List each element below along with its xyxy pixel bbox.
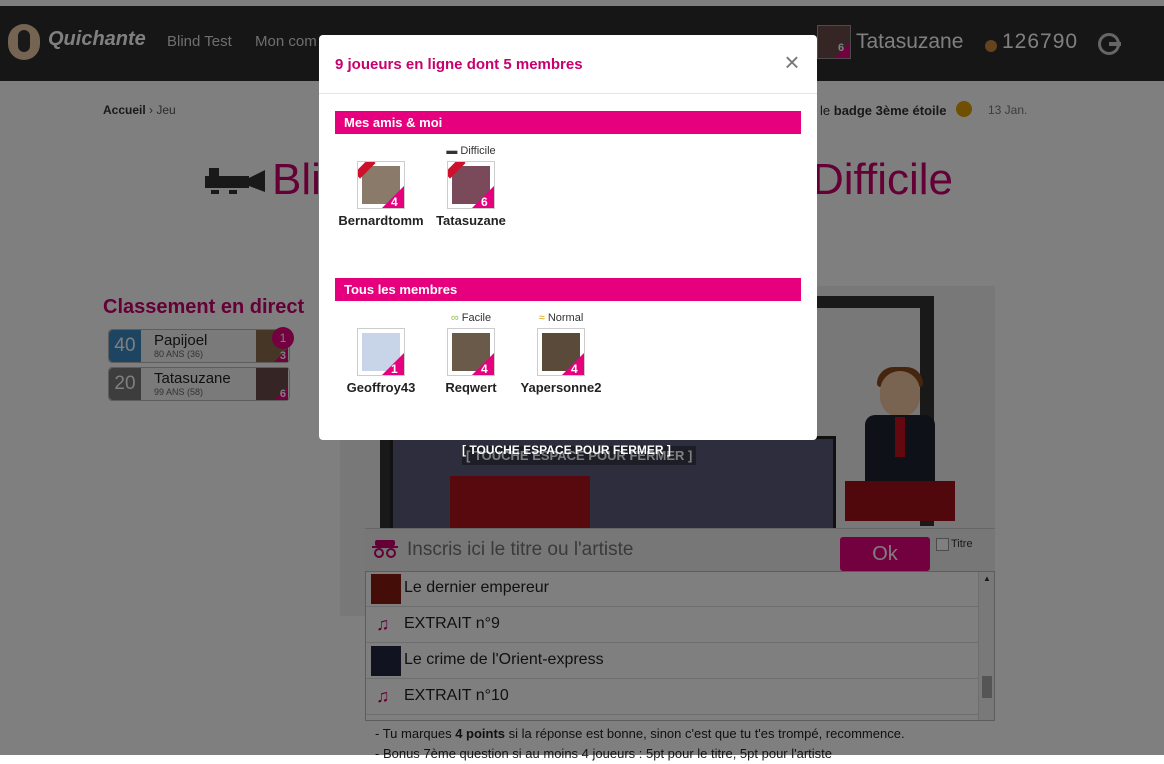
player-difficulty <box>333 312 429 326</box>
player-card[interactable]: 1 Geoffroy43 <box>333 312 429 402</box>
section-all-label: Tous les membres <box>344 282 458 297</box>
player-difficulty: ∞ Facile <box>423 312 519 326</box>
player-difficulty: ≈ Normal <box>513 312 609 326</box>
player-card[interactable]: ▬ Difficile 6 Tatasuzane <box>423 145 519 235</box>
player-level: 4 <box>571 362 578 376</box>
player-name[interactable]: Tatasuzane <box>423 213 519 228</box>
difficulty-icon: ▬ <box>446 145 461 157</box>
section-friends-label: Mes amis & moi <box>344 115 443 130</box>
player-name[interactable]: Bernardtomm <box>333 213 429 228</box>
player-name[interactable]: Reqwert <box>423 380 519 395</box>
player-name[interactable]: Geoffroy43 <box>333 380 429 395</box>
player-difficulty: ▬ Difficile <box>423 145 519 159</box>
player-card[interactable]: ∞ Facile 4 Reqwert <box>423 312 519 402</box>
player-difficulty-label: Facile <box>461 312 492 324</box>
player-level: 1 <box>391 362 398 376</box>
section-all-members: Tous les membres <box>335 278 801 301</box>
player-level: 6 <box>481 195 488 209</box>
player-difficulty-label: Normal <box>547 312 584 324</box>
modal-title: 9 joueurs en ligne dont 5 membres <box>335 56 583 73</box>
close-icon[interactable]: × <box>779 49 805 75</box>
player-difficulty <box>333 145 429 159</box>
modal-close-hint: [ TOUCHE ESPACE POUR FERMER ] <box>462 443 671 457</box>
online-players-modal: 9 joueurs en ligne dont 5 membres × Mes … <box>319 35 817 440</box>
difficulty-icon: ∞ <box>450 312 462 324</box>
section-friends: Mes amis & moi <box>335 111 801 134</box>
player-difficulty-label: Difficile <box>460 145 496 157</box>
difficulty-icon: ≈ <box>538 312 548 324</box>
player-level: 4 <box>391 195 398 209</box>
player-name[interactable]: Yapersonne2 <box>513 380 609 395</box>
player-card[interactable]: ≈ Normal 4 Yapersonne2 <box>513 312 609 402</box>
player-level: 4 <box>481 362 488 376</box>
player-card[interactable]: 4 Bernardtomm <box>333 145 429 235</box>
modal-header: 9 joueurs en ligne dont 5 membres × <box>319 35 817 94</box>
